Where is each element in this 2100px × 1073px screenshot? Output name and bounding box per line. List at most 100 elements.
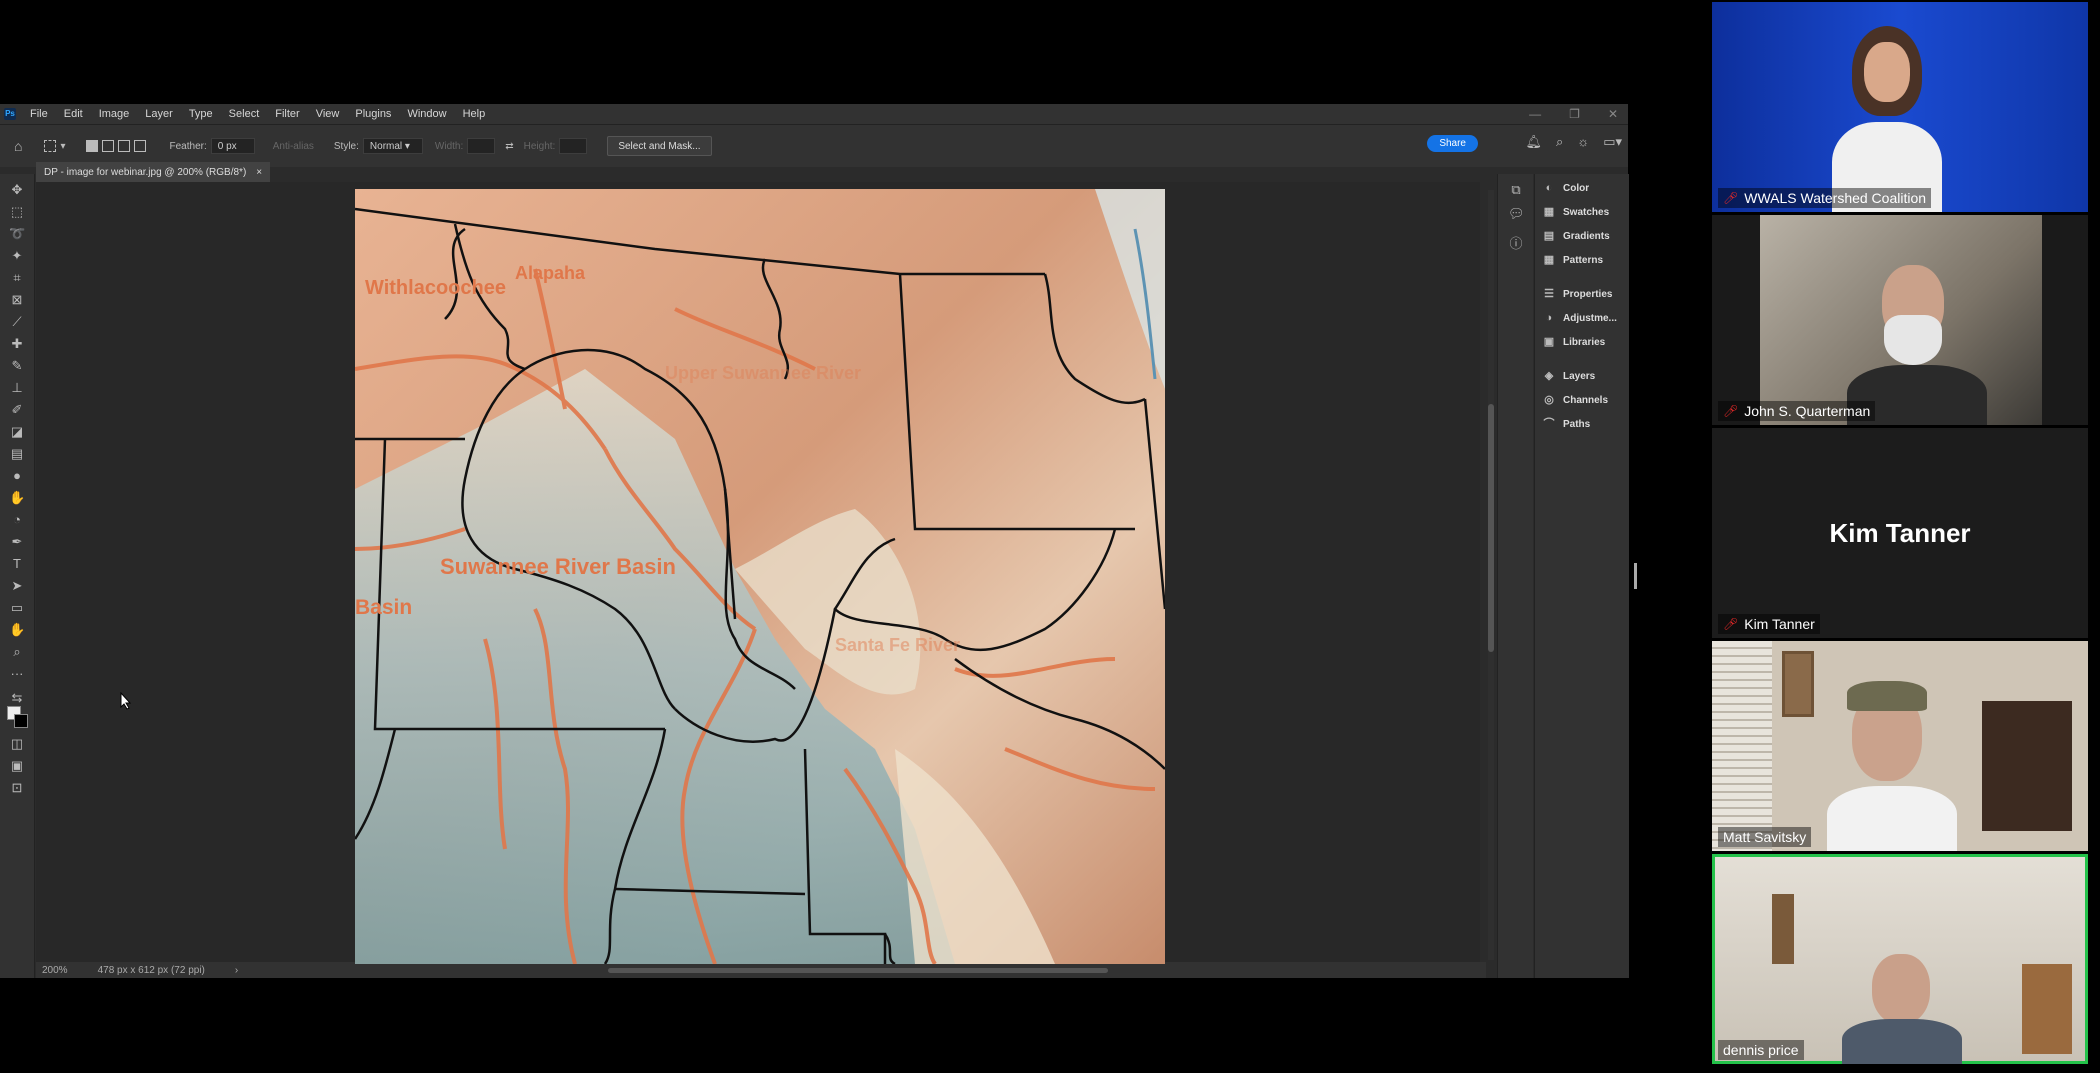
type-tool-icon[interactable]: T: [9, 556, 25, 572]
clone-stamp-icon[interactable]: ⊥: [9, 380, 25, 396]
swap-icon[interactable]: ⇄: [505, 141, 513, 152]
maximize-button[interactable]: ❐: [1569, 107, 1580, 121]
healing-brush-icon[interactable]: ✚: [9, 336, 25, 352]
share-button[interactable]: Share: [1427, 135, 1478, 152]
style-select[interactable]: Normal ▾: [362, 138, 423, 154]
map-image: Withlacoochee Alapaha Suwannee River Bas…: [355, 189, 1165, 964]
antialias-checkbox[interactable]: Anti-alias: [273, 141, 314, 152]
panel-color[interactable]: ◐ Color: [1543, 182, 1589, 194]
menu-window[interactable]: Window: [399, 108, 454, 120]
participant-name-tag: 🎤︎ Kim Tanner: [1718, 614, 1820, 634]
panel-layers-label: Layers: [1563, 370, 1596, 382]
frame-tool-icon[interactable]: ⊠: [9, 292, 25, 308]
select-and-mask-button[interactable]: Select and Mask...: [607, 136, 712, 156]
panel-patterns[interactable]: ▦ Patterns: [1543, 254, 1603, 266]
paths-panel-icon: ⌒: [1543, 418, 1555, 430]
panel-gradients[interactable]: ▤ Gradients: [1543, 230, 1610, 242]
panel-properties[interactable]: ☰ Properties: [1543, 288, 1612, 300]
edit-toolbar-icon[interactable]: ⊡: [9, 780, 25, 796]
discover-icon[interactable]: ☼: [1577, 134, 1589, 150]
rectangle-tool-icon[interactable]: ▭: [9, 600, 25, 616]
home-icon[interactable]: ⌂: [14, 138, 22, 154]
participant-face: [1864, 42, 1910, 102]
zoom-level[interactable]: 200%: [42, 965, 68, 976]
crop-tool-icon[interactable]: ⌗: [9, 270, 25, 286]
hand-tool-icon[interactable]: ✋: [9, 622, 25, 638]
menu-file[interactable]: File: [22, 108, 56, 120]
panel-paths[interactable]: ⌒ Paths: [1543, 418, 1591, 430]
menu-edit[interactable]: Edit: [56, 108, 91, 120]
pen-tool-icon[interactable]: ✒: [9, 534, 25, 550]
panel-resize-handle[interactable]: [1634, 563, 1637, 589]
eraser-tool-icon[interactable]: ◪: [9, 424, 25, 440]
panel-adjustments-label: Adjustme...: [1563, 312, 1617, 324]
document-info: 478 px x 612 px (72 ppi): [97, 964, 205, 976]
video-tile-matt[interactable]: Matt Savitsky: [1712, 641, 2088, 851]
zoom-tool-icon[interactable]: ⌕: [9, 644, 25, 660]
lasso-tool-icon[interactable]: ➰: [9, 226, 25, 242]
magic-wand-tool-icon[interactable]: ✦: [9, 248, 25, 264]
sponge-tool-icon[interactable]: ◔: [9, 512, 25, 528]
history-panel-icon[interactable]: ⧉: [1508, 182, 1524, 198]
history-brush-icon[interactable]: ✐: [9, 402, 25, 418]
menu-plugins[interactable]: Plugins: [347, 108, 399, 120]
panel-layers[interactable]: ◈ Layers: [1543, 370, 1595, 382]
style-value: Normal: [369, 140, 403, 152]
vertical-scroll-thumb[interactable]: [1488, 404, 1494, 652]
menu-type[interactable]: Type: [181, 108, 221, 120]
path-selection-icon[interactable]: ➤: [9, 578, 25, 594]
more-tools-icon[interactable]: ···: [9, 666, 25, 682]
search-icon[interactable]: ⌕: [1556, 134, 1563, 150]
width-input[interactable]: [467, 138, 496, 154]
marquee-preset-icon[interactable]: ▾: [44, 140, 66, 152]
minimize-button[interactable]: —: [1529, 107, 1541, 121]
info-panel-icon[interactable]: ⓘ: [1508, 236, 1524, 252]
screen-mode-icon[interactable]: ▣: [9, 758, 25, 774]
menu-layer[interactable]: Layer: [137, 108, 181, 120]
menu-select[interactable]: Select: [221, 108, 268, 120]
status-arrow-icon[interactable]: ›: [235, 965, 238, 976]
participant-face: [1872, 954, 1930, 1024]
eyedropper-tool-icon[interactable]: ⟋: [9, 314, 25, 330]
video-tile-john[interactable]: 🎤︎ John S. Quarterman: [1712, 215, 2088, 425]
video-tile-wwals[interactable]: 🎤︎ WWALS Watershed Coalition: [1712, 2, 2088, 212]
height-input[interactable]: [559, 138, 588, 154]
menu-image[interactable]: Image: [91, 108, 138, 120]
participant-name-tag: Matt Savitsky: [1718, 827, 1812, 847]
workspace-icon[interactable]: ▭▾: [1603, 134, 1622, 150]
close-button[interactable]: ✕: [1608, 107, 1618, 121]
window-blinds: [1712, 641, 1772, 851]
menu-help[interactable]: Help: [455, 108, 494, 120]
menu-filter[interactable]: Filter: [267, 108, 307, 120]
panel-libraries[interactable]: ▣ Libraries: [1543, 336, 1605, 348]
panel-adjustments[interactable]: ◑ Adjustme...: [1543, 312, 1617, 324]
background-color-swatch[interactable]: [14, 714, 28, 728]
document-tab-close-icon[interactable]: ×: [256, 167, 262, 178]
panel-channels[interactable]: ◎ Channels: [1543, 394, 1608, 406]
menu-bar: Ps File Edit Image Layer Type Select Fil…: [0, 104, 1628, 124]
horizontal-scroll-thumb[interactable]: [608, 968, 1108, 973]
panel-libraries-label: Libraries: [1563, 336, 1606, 348]
mouse-cursor-icon: [120, 692, 132, 710]
video-tile-dennis[interactable]: dennis price: [1712, 854, 2088, 1064]
brush-tool-icon[interactable]: ✎: [9, 358, 25, 374]
gradient-tool-icon[interactable]: ▤: [9, 446, 25, 462]
feather-input[interactable]: 0 px: [210, 138, 255, 154]
dresser-mirror: [1982, 701, 2072, 831]
video-tile-kim[interactable]: Kim Tanner 🎤︎ Kim Tanner: [1712, 428, 2088, 638]
menu-view[interactable]: View: [308, 108, 348, 120]
default-colors-icon[interactable]: ⇆: [9, 690, 25, 706]
comments-panel-icon[interactable]: 💬︎: [1508, 206, 1525, 222]
window-controls: — ❐ ✕: [1529, 104, 1618, 124]
dodge-tool-icon[interactable]: ✋: [9, 490, 25, 506]
blur-tool-icon[interactable]: ●: [9, 468, 25, 484]
panel-swatches[interactable]: ▦ Swatches: [1543, 206, 1609, 218]
notification-bell-icon[interactable]: 🔔︎: [1525, 134, 1542, 150]
quick-mask-icon[interactable]: ◫: [9, 736, 25, 752]
rect-marquee-tool-icon[interactable]: ⬚: [9, 204, 25, 220]
participant-name: Matt Savitsky: [1723, 829, 1807, 845]
move-tool-icon[interactable]: ✥: [9, 182, 25, 198]
wall-picture: [1772, 894, 1794, 964]
selection-mode-icons[interactable]: [85, 140, 146, 152]
document-tab[interactable]: DP - image for webinar.jpg @ 200% (RGB/8…: [36, 162, 271, 182]
